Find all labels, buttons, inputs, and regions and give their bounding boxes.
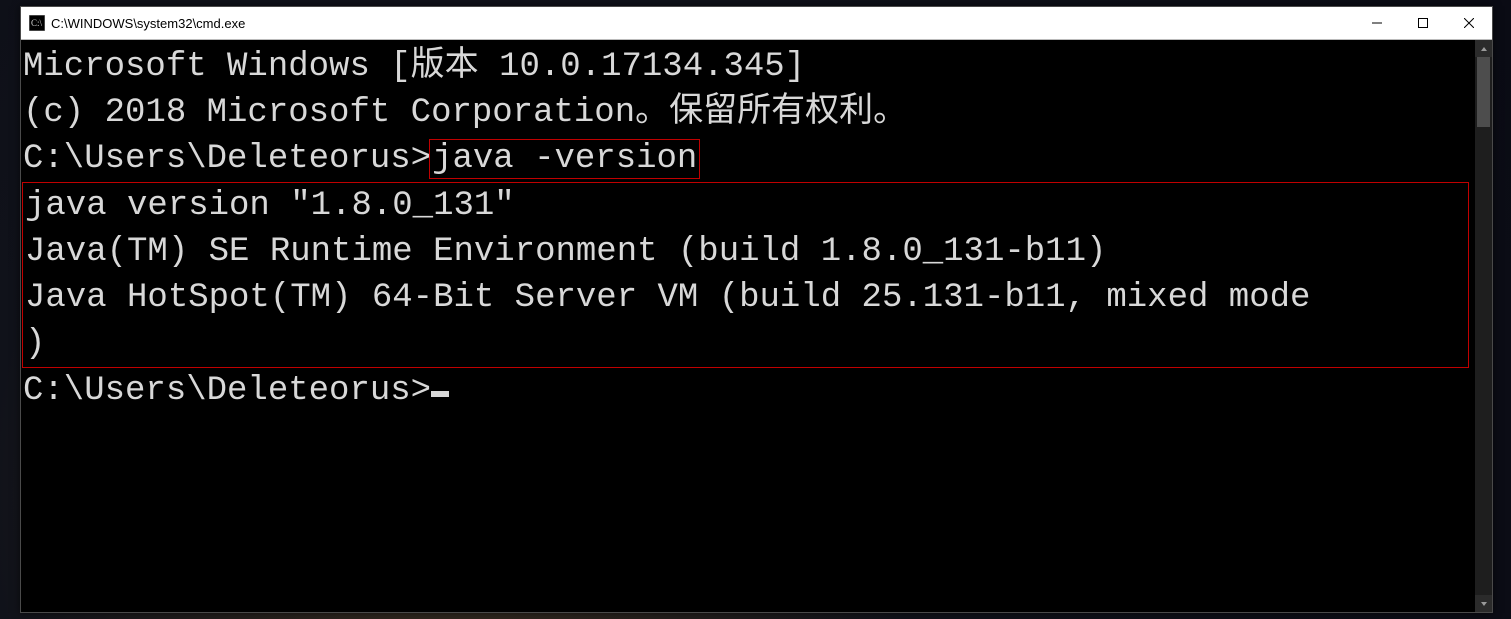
- text-cursor: [431, 391, 449, 397]
- output-line: Java HotSpot(TM) 64-Bit Server VM (build…: [25, 275, 1466, 321]
- cmd-window: C:\ C:\WINDOWS\system32\cmd.exe Microsof…: [20, 6, 1493, 613]
- scroll-down-arrow-icon[interactable]: [1475, 595, 1492, 612]
- banner-line: Microsoft Windows [版本 10.0.17134.345]: [23, 44, 1475, 90]
- terminal-output[interactable]: Microsoft Windows [版本 10.0.17134.345](c)…: [21, 40, 1475, 612]
- highlighted-command: java -version: [429, 139, 700, 179]
- minimize-button[interactable]: [1354, 7, 1400, 39]
- vertical-scrollbar[interactable]: [1475, 40, 1492, 612]
- prompt-prefix: C:\Users\Deleteorus>: [23, 140, 431, 178]
- window-title: C:\WINDOWS\system32\cmd.exe: [51, 16, 245, 31]
- titlebar[interactable]: C:\ C:\WINDOWS\system32\cmd.exe: [21, 7, 1492, 40]
- terminal-container: Microsoft Windows [版本 10.0.17134.345](c)…: [21, 40, 1492, 612]
- scrollbar-track[interactable]: [1475, 57, 1492, 595]
- desktop-background: C:\ C:\WINDOWS\system32\cmd.exe Microsof…: [0, 0, 1511, 619]
- prompt-line: C:\Users\Deleteorus>: [23, 368, 1475, 414]
- banner-line: (c) 2018 Microsoft Corporation。保留所有权利。: [23, 90, 1475, 136]
- close-button[interactable]: [1446, 7, 1492, 39]
- highlighted-output-block: java version "1.8.0_131"Java(TM) SE Runt…: [22, 182, 1469, 368]
- output-line: Java(TM) SE Runtime Environment (build 1…: [25, 229, 1466, 275]
- output-line: java version "1.8.0_131": [25, 183, 1466, 229]
- cmd-icon: C:\: [29, 15, 45, 31]
- maximize-button[interactable]: [1400, 7, 1446, 39]
- svg-text:C:\: C:\: [31, 18, 43, 28]
- prompt-line: C:\Users\Deleteorus>java -version: [23, 136, 1475, 182]
- output-line: ): [25, 321, 1466, 367]
- prompt-prefix: C:\Users\Deleteorus>: [23, 372, 431, 410]
- scrollbar-thumb[interactable]: [1477, 57, 1490, 127]
- scroll-up-arrow-icon[interactable]: [1475, 40, 1492, 57]
